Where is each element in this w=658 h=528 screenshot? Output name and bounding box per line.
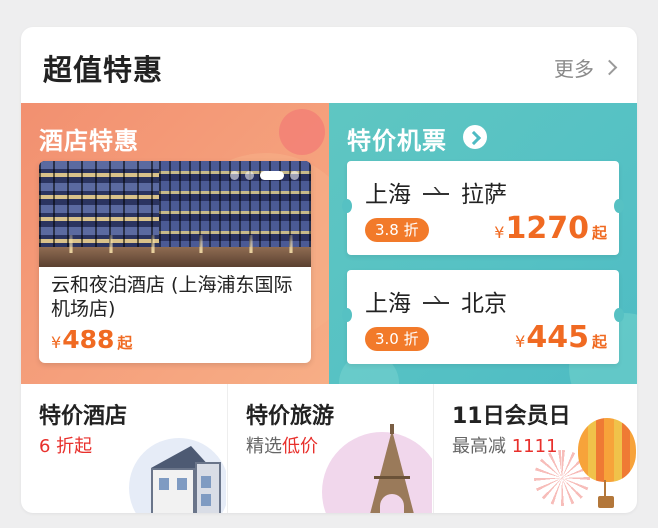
decor-circle xyxy=(279,109,325,155)
entry-subtitle-highlight: 1111 xyxy=(511,436,558,457)
flight-deals-title: 特价机票 xyxy=(347,127,447,155)
ticket-notch xyxy=(342,308,352,322)
currency-symbol: ¥ xyxy=(515,332,526,351)
carousel-indicator xyxy=(230,171,299,180)
bottom-entries: 特价酒店 6 折起 特价旅游 精选低价 11日会员日 最高减 1111 xyxy=(21,384,637,513)
entry-subtitle: 精选低价 xyxy=(246,432,318,458)
deals-card: 超值特惠 更多 酒店特惠 云和夜泊酒店 (上海浦东国际机场店) ¥ 488 起 … xyxy=(21,27,637,513)
entry-special-travel[interactable]: 特价旅游 精选低价 xyxy=(227,384,432,513)
price-value: 445 xyxy=(526,320,589,355)
flight-ticket[interactable]: 上海 拉萨 3.8 折 ¥ 1270 起 xyxy=(342,161,624,255)
price-suffix: 起 xyxy=(591,333,607,351)
entry-title: 11日会员日 xyxy=(452,404,571,429)
route-to: 拉萨 xyxy=(461,182,507,208)
flight-price: ¥ 445 起 xyxy=(515,320,607,355)
flight-deals-panel[interactable]: 特价机票 上海 拉萨 3.8 折 ¥ 1270 起 上海 北京 3.0 折 ¥ … xyxy=(329,103,637,384)
currency-symbol: ¥ xyxy=(494,223,505,242)
hotel-name: 云和夜泊酒店 (上海浦东国际机场店) xyxy=(51,274,293,320)
entry-special-hotels[interactable]: 特价酒店 6 折起 xyxy=(21,384,226,513)
entry-title: 特价旅游 xyxy=(246,404,335,429)
entry-member-day[interactable]: 11日会员日 最高减 1111 xyxy=(433,384,637,513)
arrow-right-circle-icon[interactable] xyxy=(463,125,487,149)
discount-badge: 3.8 折 xyxy=(365,218,429,242)
route-to: 北京 xyxy=(461,291,507,317)
route-arrow-icon xyxy=(423,185,449,199)
flight-route: 上海 北京 xyxy=(365,284,507,318)
route-arrow-icon xyxy=(423,294,449,308)
entry-subtitle: 6 折起 xyxy=(39,436,93,457)
price-value: 488 xyxy=(62,325,115,354)
chevron-right-icon xyxy=(601,59,618,76)
ticket-notch xyxy=(614,199,624,213)
more-label: 更多 xyxy=(554,57,594,81)
flight-ticket[interactable]: 上海 北京 3.0 折 ¥ 445 起 xyxy=(342,270,624,364)
price-suffix: 起 xyxy=(117,334,133,352)
price-value: 1270 xyxy=(505,211,589,246)
more-link[interactable]: 更多 xyxy=(554,53,618,82)
hot-air-balloon-illustration xyxy=(574,418,636,513)
route-from: 上海 xyxy=(365,291,411,317)
entry-subtitle: 最高减 1111 xyxy=(452,432,558,458)
route-from: 上海 xyxy=(365,182,411,208)
entry-subtitle-prefix: 最高减 xyxy=(452,436,512,457)
hotel-card[interactable]: 云和夜泊酒店 (上海浦东国际机场店) ¥ 488 起 xyxy=(39,161,311,363)
hotel-price: ¥ 488 起 xyxy=(51,325,132,354)
hotel-deals-panel[interactable]: 酒店特惠 云和夜泊酒店 (上海浦东国际机场店) ¥ 488 起 xyxy=(21,103,329,384)
entry-subtitle-prefix: 精选 xyxy=(246,436,282,457)
price-suffix: 起 xyxy=(591,224,607,242)
flight-price: ¥ 1270 起 xyxy=(494,211,607,246)
carousel-dot[interactable] xyxy=(245,171,254,180)
flight-route: 上海 拉萨 xyxy=(365,175,507,209)
entry-title: 特价酒店 xyxy=(39,404,128,429)
eiffel-tower-illustration xyxy=(322,424,432,513)
hotel-photo xyxy=(39,161,311,267)
villa-illustration xyxy=(121,436,226,513)
ticket-notch xyxy=(342,199,352,213)
discount-badge: 3.0 折 xyxy=(365,327,429,351)
hotel-deals-title: 酒店特惠 xyxy=(39,127,139,155)
carousel-dot[interactable] xyxy=(230,171,239,180)
deals-header: 超值特惠 更多 xyxy=(21,27,637,103)
ticket-notch xyxy=(614,308,624,322)
carousel-dot[interactable] xyxy=(290,171,299,180)
currency-symbol: ¥ xyxy=(51,333,62,352)
section-title: 超值特惠 xyxy=(43,53,164,87)
entry-subtitle-highlight: 低价 xyxy=(282,436,318,457)
carousel-dot-active[interactable] xyxy=(260,171,284,180)
